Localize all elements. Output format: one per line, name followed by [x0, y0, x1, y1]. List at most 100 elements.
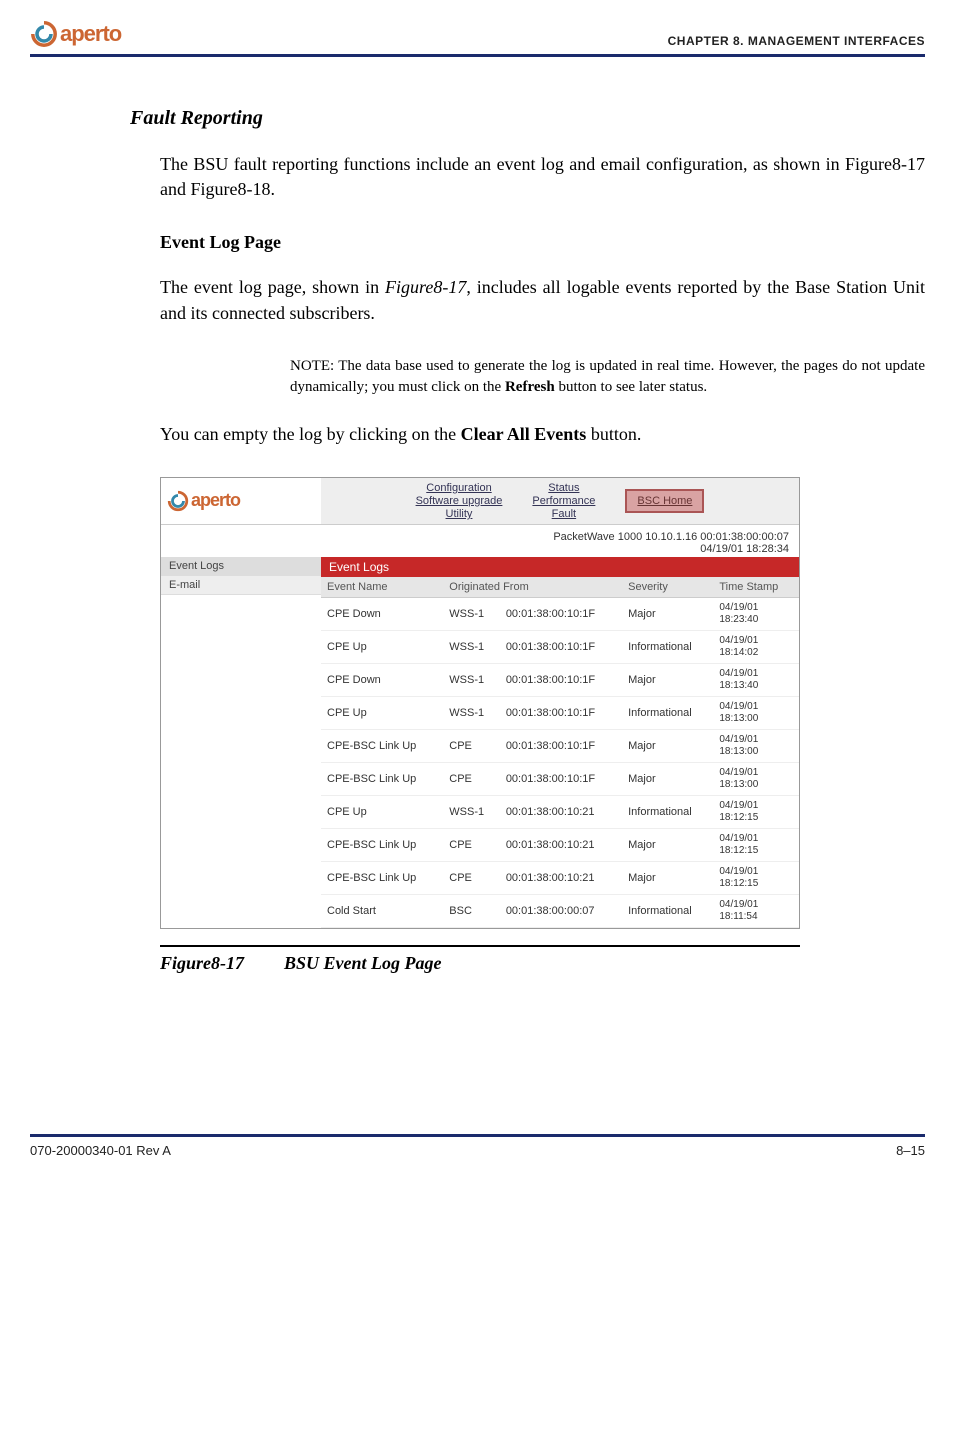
doc-number: 070-20000340-01 Rev A	[30, 1143, 171, 1158]
screenshot-sidebar: Event Logs E-mail	[161, 557, 321, 928]
nav-performance[interactable]: Performance	[532, 495, 595, 507]
nav-col-1: Configuration Software upgrade Utility	[416, 482, 503, 520]
table-row: Cold StartBSC00:01:38:00:00:07Informatio…	[321, 894, 799, 927]
page-footer: 070-20000340-01 Rev A 8–15	[30, 1134, 925, 1158]
para2-bold: Clear All Events	[461, 424, 587, 444]
intro-text: The BSU fault reporting functions includ…	[160, 154, 925, 199]
para1-ref: Figure8-17	[385, 277, 466, 297]
cell-timestamp: 04/19/0118:14:02	[713, 630, 799, 663]
table-row: CPE UpWSS-100:01:38:00:10:1FInformationa…	[321, 630, 799, 663]
para1-a: The event log page, shown in	[160, 277, 385, 297]
cell-timestamp: 04/19/0118:23:40	[713, 597, 799, 630]
cell-event: CPE Down	[321, 597, 443, 630]
figure-title: BSU Event Log Page	[284, 953, 442, 973]
cell-mac: 00:01:38:00:10:1F	[500, 663, 622, 696]
cell-mac: 00:01:38:00:10:1F	[500, 630, 622, 663]
device-info-line2: 04/19/01 18:28:34	[171, 543, 789, 555]
col-time-stamp: Time Stamp	[713, 577, 799, 598]
screenshot-logo: aperto	[161, 478, 321, 524]
device-info-line1: PacketWave 1000 10.10.1.16 00:01:38:00:0…	[171, 531, 789, 543]
nav-fault[interactable]: Fault	[532, 508, 595, 520]
cell-event: CPE Up	[321, 630, 443, 663]
table-row: CPE DownWSS-100:01:38:00:10:1FMajor04/19…	[321, 663, 799, 696]
cell-severity: Major	[622, 762, 713, 795]
cell-event: CPE Up	[321, 696, 443, 729]
cell-timestamp: 04/19/0118:12:15	[713, 828, 799, 861]
subsection-title: Event Log Page	[160, 232, 925, 253]
cell-timestamp: 04/19/0118:13:00	[713, 762, 799, 795]
cell-timestamp: 04/19/0118:13:00	[713, 696, 799, 729]
intro-paragraph: The BSU fault reporting functions includ…	[160, 152, 925, 202]
para2-b: button.	[586, 424, 641, 444]
col-severity: Severity	[622, 577, 713, 598]
cell-mac: 00:01:38:00:00:07	[500, 894, 622, 927]
cell-src: WSS-1	[443, 663, 500, 696]
note-block: NOTE: The data base used to generate the…	[290, 356, 925, 398]
table-row: CPE UpWSS-100:01:38:00:10:21Informationa…	[321, 795, 799, 828]
table-row: CPE-BSC Link UpCPE00:01:38:00:10:21Major…	[321, 828, 799, 861]
bsc-home-button[interactable]: BSC Home	[625, 489, 704, 513]
nav-configuration[interactable]: Configuration	[416, 482, 503, 494]
device-info: PacketWave 1000 10.10.1.16 00:01:38:00:0…	[161, 525, 799, 557]
note-b: button to see later status.	[555, 379, 707, 395]
cell-event: Cold Start	[321, 894, 443, 927]
table-row: CPE UpWSS-100:01:38:00:10:1FInformationa…	[321, 696, 799, 729]
col-originated-from: Originated From	[443, 577, 622, 598]
cell-mac: 00:01:38:00:10:1F	[500, 762, 622, 795]
col-event-name: Event Name	[321, 577, 443, 598]
cell-event: CPE-BSC Link Up	[321, 861, 443, 894]
table-row: CPE-BSC Link UpCPE00:01:38:00:10:21Major…	[321, 861, 799, 894]
cell-src: CPE	[443, 861, 500, 894]
cell-mac: 00:01:38:00:10:1F	[500, 696, 622, 729]
cell-timestamp: 04/19/0118:13:40	[713, 663, 799, 696]
screenshot-body: Event Logs E-mail Event Logs Event Name …	[161, 557, 799, 928]
nav-status[interactable]: Status	[532, 482, 595, 494]
screenshot-topbar: aperto Configuration Software upgrade Ut…	[161, 478, 799, 525]
event-log-table: Event Name Originated From Severity Time…	[321, 577, 799, 928]
cell-severity: Informational	[622, 630, 713, 663]
nav-software-upgrade[interactable]: Software upgrade	[416, 495, 503, 507]
cell-src: CPE	[443, 729, 500, 762]
screenshot-logo-text: aperto	[191, 490, 240, 511]
cell-mac: 00:01:38:00:10:21	[500, 861, 622, 894]
cell-mac: 00:01:38:00:10:21	[500, 795, 622, 828]
paragraph-2: You can empty the log by clicking on the…	[160, 422, 925, 447]
cell-src: WSS-1	[443, 696, 500, 729]
table-row: CPE-BSC Link UpCPE00:01:38:00:10:1FMajor…	[321, 762, 799, 795]
cell-severity: Informational	[622, 696, 713, 729]
cell-mac: 00:01:38:00:10:1F	[500, 729, 622, 762]
table-row: CPE-BSC Link UpCPE00:01:38:00:10:1FMajor…	[321, 729, 799, 762]
page-header: aperto CHAPTER 8. MANAGEMENT INTERFACES	[30, 20, 925, 57]
note-lead: NOTE:	[290, 358, 338, 374]
cell-timestamp: 04/19/0118:12:15	[713, 861, 799, 894]
figure-8-17: aperto Configuration Software upgrade Ut…	[160, 477, 800, 974]
note-bold: Refresh	[505, 379, 555, 395]
cell-src: CPE	[443, 762, 500, 795]
cell-event: CPE-BSC Link Up	[321, 729, 443, 762]
figure-caption-rule: Figure8-17BSU Event Log Page	[160, 945, 800, 974]
cell-timestamp: 04/19/0118:13:00	[713, 729, 799, 762]
cell-src: CPE	[443, 828, 500, 861]
screenshot-nav: Configuration Software upgrade Utility S…	[321, 478, 799, 524]
section-title: Fault Reporting	[130, 107, 925, 130]
nav-utility[interactable]: Utility	[416, 508, 503, 520]
logo-text: aperto	[60, 21, 121, 47]
cell-src: WSS-1	[443, 597, 500, 630]
cell-timestamp: 04/19/0118:12:15	[713, 795, 799, 828]
nav-col-2: Status Performance Fault	[532, 482, 595, 520]
page-number: 8–15	[896, 1143, 925, 1158]
cell-src: WSS-1	[443, 795, 500, 828]
cell-event: CPE-BSC Link Up	[321, 828, 443, 861]
cell-severity: Major	[622, 729, 713, 762]
sidebar-email[interactable]: E-mail	[161, 576, 321, 595]
table-row: CPE DownWSS-100:01:38:00:10:1FMajor04/19…	[321, 597, 799, 630]
cell-severity: Major	[622, 861, 713, 894]
cell-event: CPE Down	[321, 663, 443, 696]
cell-severity: Informational	[622, 795, 713, 828]
para2-a: You can empty the log by clicking on the	[160, 424, 461, 444]
cell-severity: Major	[622, 663, 713, 696]
sidebar-event-logs[interactable]: Event Logs	[161, 557, 321, 576]
cell-timestamp: 04/19/0118:11:54	[713, 894, 799, 927]
figure-caption: Figure8-17BSU Event Log Page	[160, 953, 800, 974]
panel-title: Event Logs	[321, 557, 799, 577]
